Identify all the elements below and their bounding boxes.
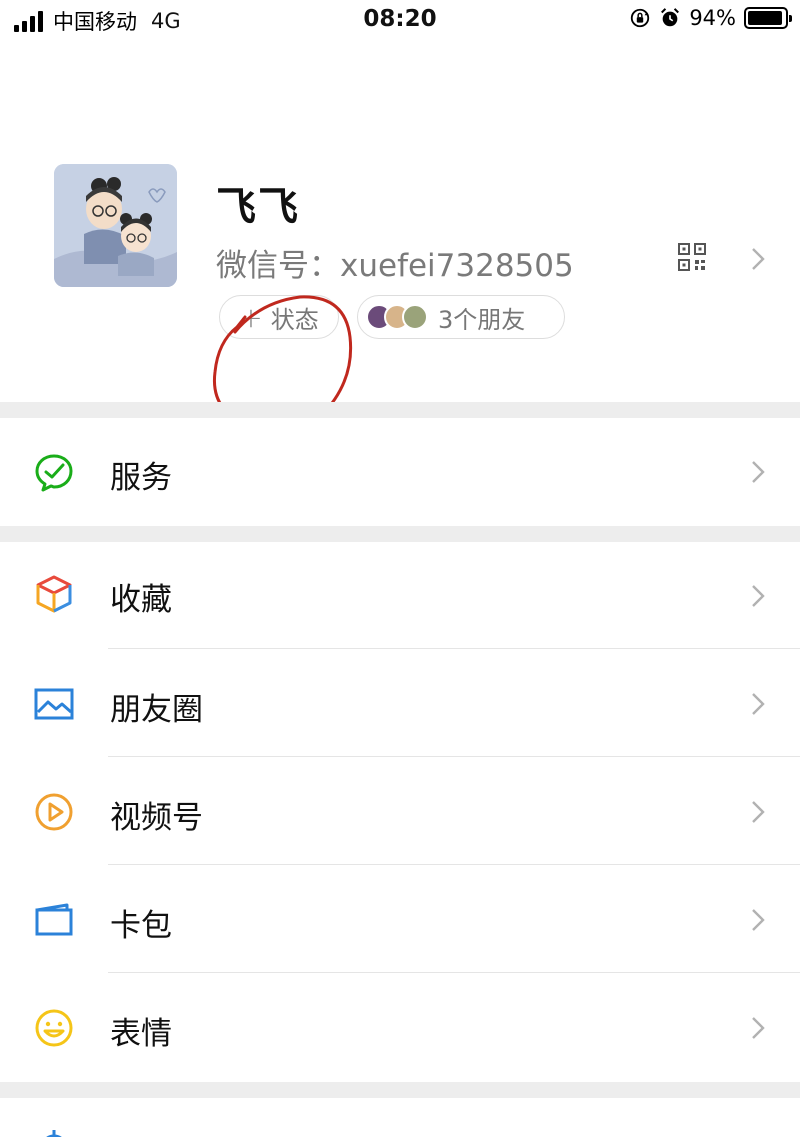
row-divider — [108, 756, 800, 757]
services-label: 服务 — [110, 460, 172, 496]
menu-item-channels[interactable]: 视频号 — [0, 758, 800, 866]
chevron-right-icon — [752, 1017, 765, 1039]
nickname: 飞飞 — [216, 184, 300, 230]
section-gap — [0, 402, 800, 418]
chevron-right-icon — [752, 801, 765, 823]
alarm-icon — [661, 8, 680, 27]
friends-label: 3个朋友 — [438, 305, 526, 334]
qr-code-icon[interactable] — [678, 243, 706, 271]
friend-avatar — [402, 304, 428, 330]
add-status-button[interactable]: + 状态 — [219, 295, 339, 339]
settings-gear-icon — [46, 1130, 62, 1137]
menu-item-moments[interactable]: 朋友圈 — [0, 650, 800, 758]
channels-label: 视频号 — [110, 800, 203, 836]
friend-avatars — [366, 304, 428, 330]
status-button-label: 状态 — [270, 305, 319, 334]
avatar[interactable] — [54, 164, 177, 287]
plus-icon: + — [239, 300, 263, 334]
favorites-cube-icon — [36, 575, 72, 613]
row-divider — [108, 972, 800, 973]
chevron-right-icon — [752, 461, 765, 483]
moments-image-icon — [34, 688, 74, 720]
channels-play-icon — [35, 793, 73, 831]
menu-item-favorites[interactable]: 收藏 — [0, 542, 800, 650]
menu-item-services[interactable]: 服务 — [0, 418, 800, 526]
card-wallet-icon — [35, 903, 73, 936]
friends-status-button[interactable]: 3个朋友 — [357, 295, 565, 339]
profile-header[interactable]: 飞飞 微信号：xuefei7328505 + 状态 3个朋友 — [0, 42, 800, 431]
section-gap — [0, 526, 800, 542]
services-icon — [35, 454, 73, 492]
battery-fill — [748, 11, 782, 25]
row-divider — [108, 864, 800, 865]
rotation-lock-icon — [631, 8, 650, 28]
wechat-id: 微信号：xuefei7328505 — [216, 248, 574, 284]
avatar-illustration — [54, 164, 177, 287]
battery-percent: 94% — [689, 6, 736, 30]
chevron-right-icon — [752, 909, 765, 931]
cards-label: 卡包 — [110, 908, 172, 944]
status-bar: 中国移动 4G 08:20 94% — [0, 0, 800, 42]
row-divider — [108, 648, 800, 649]
favorites-label: 收藏 — [110, 582, 172, 618]
section-gap — [0, 1082, 800, 1098]
chevron-right-icon — [752, 585, 765, 607]
sticker-smile-icon — [35, 1009, 73, 1047]
profile-chevron-icon — [752, 248, 765, 270]
menu-item-settings-partial[interactable] — [0, 1098, 800, 1137]
moments-label: 朋友圈 — [110, 692, 203, 728]
battery-icon — [744, 7, 792, 29]
chevron-right-icon — [752, 693, 765, 715]
status-right: 94% — [629, 6, 792, 30]
menu-item-stickers[interactable]: 表情 — [0, 974, 800, 1082]
menu-item-cards[interactable]: 卡包 — [0, 866, 800, 974]
stickers-label: 表情 — [110, 1016, 172, 1052]
